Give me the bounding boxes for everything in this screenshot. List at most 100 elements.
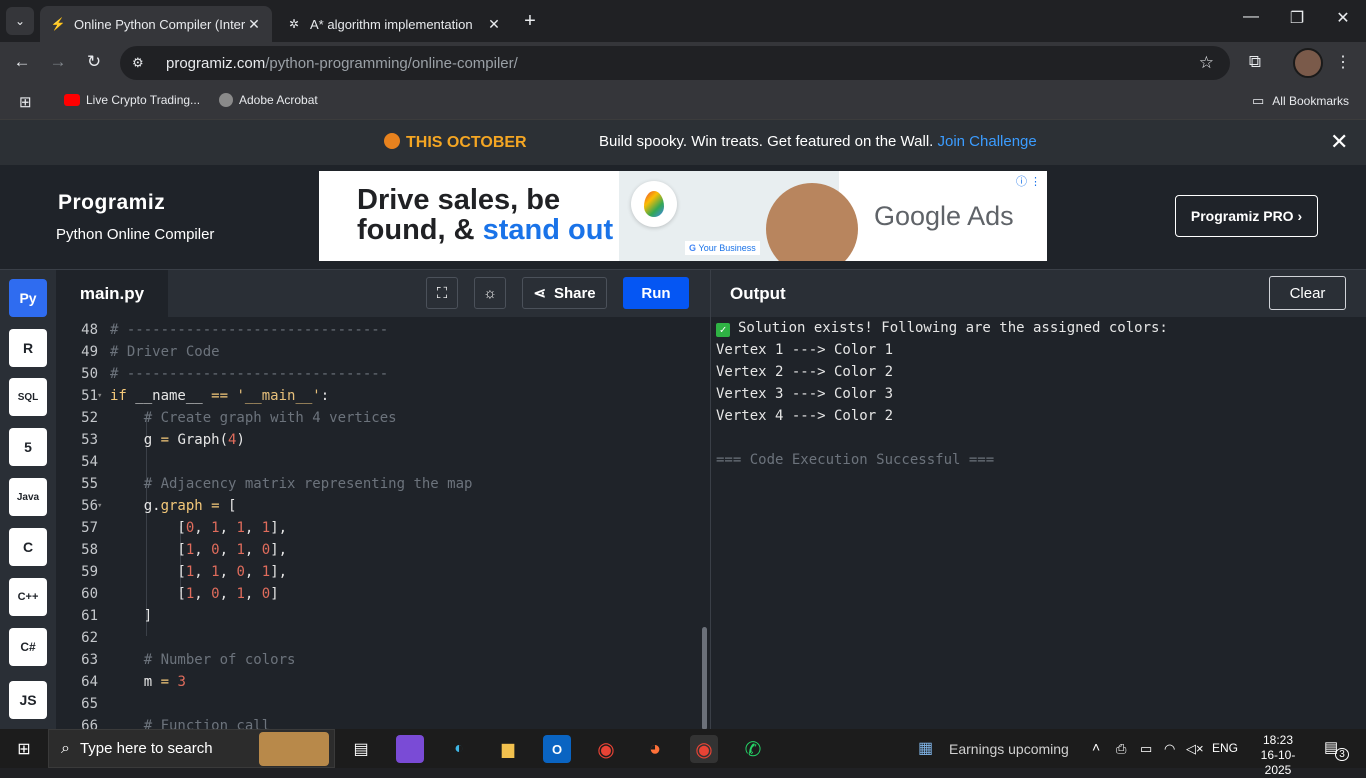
bookmark-live-crypto[interactable]: Live Crypto Trading...: [64, 93, 200, 107]
windows-start-icon[interactable]: ⊞: [10, 735, 38, 763]
address-bar[interactable]: ⚙ programiz.com/python-programming/onlin…: [120, 46, 1230, 80]
code-line[interactable]: if __name__ == '__main__':: [110, 388, 329, 404]
code-line[interactable]: [1, 1, 0, 1],: [110, 564, 287, 580]
programiz-favicon-icon: ⚡: [50, 17, 66, 31]
tab-close-icon[interactable]: ✕: [486, 16, 502, 33]
code-line[interactable]: [1, 0, 1, 0]: [110, 586, 278, 602]
restore-icon[interactable]: ❐: [1274, 8, 1320, 28]
line-number: 51: [81, 388, 98, 404]
extensions-puzzle-icon[interactable]: ⧉: [1243, 52, 1267, 72]
fold-arrow-icon[interactable]: ▾: [97, 391, 102, 401]
maps-pin-icon: [631, 181, 677, 227]
programiz-logo[interactable]: Programiz: [58, 191, 165, 215]
tab-search-chevron-icon[interactable]: ⌄: [6, 7, 34, 35]
chrome-icon[interactable]: ◉: [592, 735, 620, 763]
code-line[interactable]: # Driver Code: [110, 344, 220, 360]
site-header: Programiz Python Online Compiler Drive s…: [0, 165, 1366, 269]
output-console[interactable]: ✓ Solution exists! Following are the assi…: [710, 317, 1366, 730]
share-button[interactable]: ⋖ Share: [522, 277, 607, 309]
weather-widget-text[interactable]: Earnings upcoming: [949, 741, 1069, 757]
google-ads-logo: Google Ads: [874, 201, 1014, 231]
theme-sun-icon[interactable]: ☼: [474, 277, 506, 309]
banner-close-icon[interactable]: ✕: [1330, 129, 1348, 155]
code-editor[interactable]: 48 # ------------------------------- 49 # D…: [56, 317, 710, 730]
code-line[interactable]: g.graph = [: [110, 498, 237, 514]
tab-title: Online Python Compiler (Interp: [74, 16, 246, 32]
line-number: 62: [81, 630, 98, 646]
volume-muted-icon[interactable]: ◁×: [1186, 741, 1204, 757]
tab-close-icon[interactable]: ✕: [246, 16, 262, 33]
profile-avatar[interactable]: [1293, 48, 1323, 78]
line-number: 61: [81, 608, 98, 624]
chrome-profile-active-icon[interactable]: ◉: [690, 735, 718, 763]
outlook-icon[interactable]: O: [543, 735, 571, 763]
minimize-icon[interactable]: —: [1228, 8, 1274, 26]
csharp-lang-icon[interactable]: C#: [9, 628, 47, 666]
java-lang-icon[interactable]: Java: [9, 478, 47, 516]
reload-icon[interactable]: ↻: [82, 52, 106, 72]
code-line[interactable]: ]: [110, 608, 152, 624]
javascript-lang-icon[interactable]: JS: [9, 681, 47, 719]
ad-info-icon[interactable]: ⓘ ⋮: [1016, 173, 1041, 189]
close-window-icon[interactable]: ✕: [1320, 8, 1366, 28]
input-language[interactable]: ENG: [1212, 741, 1238, 755]
programiz-pro-button[interactable]: Programiz PRO ›: [1175, 195, 1318, 237]
cpp-lang-icon[interactable]: C++: [9, 578, 47, 616]
file-tab-main-py[interactable]: main.py: [56, 270, 168, 317]
sql-lang-icon[interactable]: SQL: [9, 378, 47, 416]
bread-search-highlight-icon: [259, 732, 329, 766]
apps-grid-icon[interactable]: ⊞: [19, 93, 32, 111]
new-tab-button[interactable]: +: [518, 10, 542, 33]
back-arrow-icon[interactable]: ←: [10, 52, 34, 72]
join-challenge-link[interactable]: Join Challenge: [938, 133, 1037, 150]
tab-online-python-compiler[interactable]: ⚡ Online Python Compiler (Interp ✕: [40, 6, 272, 42]
site-settings-icon[interactable]: ⚙: [132, 55, 152, 71]
code-line[interactable]: m = 3: [110, 674, 186, 690]
edge-icon[interactable]: ◐: [445, 735, 473, 763]
code-line[interactable]: # -------------------------------: [110, 322, 388, 338]
execution-status: === Code Execution Successful ===: [716, 452, 995, 468]
run-button[interactable]: Run: [623, 277, 689, 309]
code-line[interactable]: # Create graph with 4 vertices: [110, 410, 397, 426]
show-hidden-icons-chevron-icon[interactable]: ˄: [1092, 739, 1100, 755]
bookmark-star-icon[interactable]: ☆: [1199, 53, 1214, 73]
battery-icon[interactable]: ▭: [1140, 741, 1152, 757]
html5-lang-icon[interactable]: 5: [9, 428, 47, 466]
whatsapp-icon[interactable]: ✆: [739, 735, 767, 763]
c-lang-icon[interactable]: C: [9, 528, 47, 566]
r-lang-icon[interactable]: R: [9, 329, 47, 367]
editor-scrollbar[interactable]: [702, 627, 707, 730]
fold-arrow-icon[interactable]: ▾: [97, 501, 102, 511]
share-label: Share: [553, 284, 596, 302]
all-bookmarks-folder[interactable]: ▭ All Bookmarks: [1252, 93, 1349, 109]
file-explorer-icon[interactable]: ▆: [494, 735, 522, 763]
checkmark-icon: ✓: [716, 323, 730, 337]
python-lang-icon[interactable]: Py: [9, 279, 47, 317]
fullscreen-icon[interactable]: ⛶: [426, 277, 458, 309]
browser-menu-icon[interactable]: ⋮: [1335, 52, 1351, 72]
clear-button[interactable]: Clear: [1269, 276, 1346, 310]
advertisement[interactable]: Drive sales, be found, & stand out G You…: [319, 171, 1047, 261]
bookmark-adobe-acrobat[interactable]: Adobe Acrobat: [219, 93, 318, 107]
wifi-icon[interactable]: ◠: [1164, 741, 1175, 757]
code-line[interactable]: g = Graph(4): [110, 432, 245, 448]
task-view-icon[interactable]: ▤: [347, 735, 375, 763]
code-line[interactable]: # -------------------------------: [110, 366, 388, 382]
notification-center-icon[interactable]: ▤3: [1324, 738, 1352, 761]
weather-news-icon[interactable]: ▦: [918, 738, 933, 758]
folder-icon: ▭: [1252, 93, 1265, 108]
code-line[interactable]: # Number of colors: [110, 652, 296, 668]
code-line[interactable]: [0, 1, 1, 1],: [110, 520, 287, 536]
line-number: 50: [81, 366, 98, 382]
copilot-icon[interactable]: [396, 735, 424, 763]
ad-your-business: G Your Business: [685, 241, 760, 255]
tab-astar-algorithm[interactable]: ✲ A* algorithm implementation ✕: [276, 6, 512, 42]
clock[interactable]: 18:23 16-10-2025: [1250, 733, 1306, 778]
firefox-icon[interactable]: ◕: [641, 735, 669, 763]
meet-now-icon[interactable]: ⎙: [1116, 741, 1126, 757]
code-line[interactable]: # Adjacency matrix representing the map: [110, 476, 473, 492]
forward-arrow-icon[interactable]: →: [46, 52, 70, 72]
taskbar-search[interactable]: ⌕ Type here to search: [48, 729, 335, 768]
code-line[interactable]: [1, 0, 1, 0],: [110, 542, 287, 558]
globe-icon: [219, 93, 233, 107]
